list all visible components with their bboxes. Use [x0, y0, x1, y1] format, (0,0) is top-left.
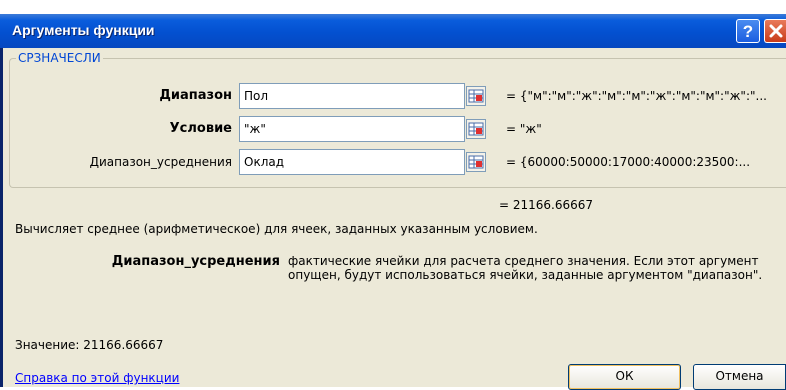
close-icon[interactable] — [764, 19, 786, 43]
argument-help-text: фактические ячейки для расчета среднего … — [288, 254, 763, 282]
arg-label-criteria: Условие — [169, 121, 232, 136]
criteria-input[interactable] — [239, 116, 465, 142]
value-line: Значение: 21166.66667 — [15, 338, 163, 352]
function-name: СРЗНАЧЕСЛИ — [16, 51, 103, 65]
dialog-client-area: СРЗНАЧЕСЛИ Диапазон = {"м":"м":"ж":"м":"… — [3, 48, 786, 390]
arg-label-range: Диапазон — [159, 88, 232, 103]
help-button[interactable]: ? — [736, 19, 760, 43]
criteria-collapse-button[interactable] — [466, 119, 486, 139]
range-collapse-button[interactable] — [466, 86, 486, 106]
collapse-dialog-icon — [468, 122, 484, 136]
ok-button[interactable]: ОК — [568, 364, 681, 390]
cancel-button[interactable]: Отмена — [693, 364, 786, 390]
range-result: = {"м":"м":"ж":"м":"м":"ж":"м":"м":"ж":"… — [506, 89, 767, 103]
average-range-result: = {60000:50000:17000:40000:23500:... — [506, 155, 751, 169]
title-bar[interactable]: Аргументы функции ? — [0, 14, 786, 48]
value-label: Значение: — [15, 338, 80, 352]
function-arguments-dialog: Аргументы функции ? СРЗНАЧЕСЛИ Диапазон … — [0, 14, 786, 390]
value-number: 21166.66667 — [83, 338, 164, 352]
criteria-result: = "ж" — [506, 122, 542, 136]
arg-label-average-range: Диапазон_усреднения — [89, 155, 232, 169]
function-group-frame: СРЗНАЧЕСЛИ Диапазон = {"м":"м":"ж":"м":"… — [9, 51, 786, 188]
argument-help-name: Диапазон_усреднения — [111, 254, 280, 269]
dialog-title: Аргументы функции — [12, 22, 155, 38]
range-input[interactable] — [239, 83, 465, 109]
help-link[interactable]: Справка по этой функции — [15, 371, 179, 385]
average-range-input[interactable] — [239, 149, 465, 175]
formula-result: = 21166.66667 — [499, 198, 594, 212]
collapse-dialog-icon — [468, 155, 484, 169]
function-description: Вычисляет среднее (арифметическое) для я… — [15, 222, 538, 236]
average-range-collapse-button[interactable] — [466, 152, 486, 172]
collapse-dialog-icon — [468, 89, 484, 103]
